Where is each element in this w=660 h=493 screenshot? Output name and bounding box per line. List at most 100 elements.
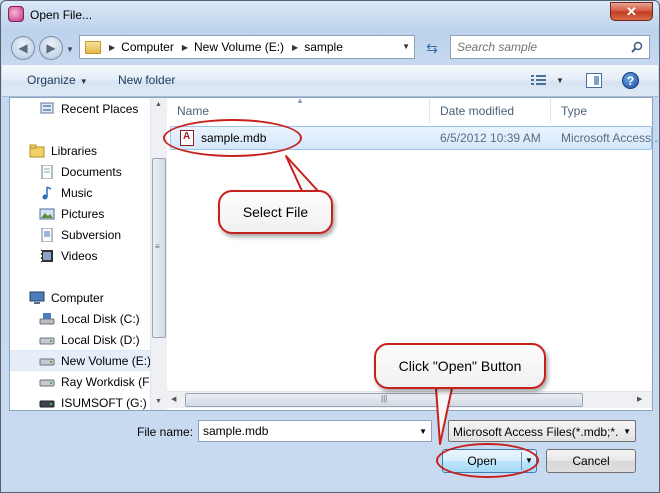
drive-icon xyxy=(39,337,55,344)
sidebar-item-ray-workdisk-f[interactable]: Ray Workdisk (F:) xyxy=(10,371,150,392)
sidebar-item-documents[interactable]: Documents xyxy=(10,161,150,182)
file-name-label: File name: xyxy=(137,425,194,439)
videos-icon xyxy=(41,249,53,262)
help-icon[interactable]: ? xyxy=(622,72,639,89)
sidebar-item-videos[interactable]: Videos xyxy=(10,245,150,266)
scroll-right-icon[interactable]: ▶ xyxy=(637,395,642,403)
sidebar-item-subversion[interactable]: Subversion xyxy=(10,224,150,245)
sidebar-item-label: ISUMSOFT (G:) xyxy=(61,395,147,410)
file-type-select[interactable]: Microsoft Access Files(*.mdb;*. ▼ xyxy=(448,420,636,442)
window-title: Open File... xyxy=(30,8,93,22)
column-header-name[interactable]: ▲ Name xyxy=(167,96,430,123)
command-toolbar: Organize ▼ New folder ▼ ? xyxy=(2,65,658,97)
title-bar[interactable]: Open File... ✕ xyxy=(1,1,659,29)
pictures-icon xyxy=(39,208,55,219)
file-type-cell: Microsoft Access ... xyxy=(561,131,660,145)
cancel-button[interactable]: Cancel xyxy=(546,449,636,473)
chevron-down-icon[interactable]: ▼ xyxy=(419,427,427,436)
grip-icon: ≡ xyxy=(155,242,160,251)
drive-icon xyxy=(39,379,55,386)
scroll-up-icon[interactable]: ▲ xyxy=(155,101,162,108)
folder-icon xyxy=(85,40,101,54)
sidebar-item-isumsoft-g[interactable]: ISUMSOFT (G:) xyxy=(10,392,150,410)
file-name-field[interactable]: sample.mdb ▼ xyxy=(198,420,432,442)
open-file-dialog: Open File... ✕ ◀ ▶ ▼ ▶ Computer ▶ New Vo… xyxy=(0,0,660,493)
breadcrumb-separator-icon[interactable]: ▶ xyxy=(109,43,115,52)
drive-icon xyxy=(39,400,55,407)
close-icon: ✕ xyxy=(626,4,637,19)
sidebar-item-label: Local Disk (D:) xyxy=(61,332,140,347)
sidebar-item-label: Videos xyxy=(61,248,98,263)
breadcrumb-computer[interactable]: Computer xyxy=(121,40,174,54)
organize-label: Organize xyxy=(27,73,76,87)
sidebar-item-music[interactable]: Music xyxy=(10,182,150,203)
column-header-label: Type xyxy=(561,104,588,118)
file-type-value: Microsoft Access Files(*.mdb;*. xyxy=(453,425,619,439)
file-date-cell: 6/5/2012 10:39 AM xyxy=(440,131,541,145)
app-icon xyxy=(8,6,24,22)
column-header-label: Date modified xyxy=(440,104,515,118)
sidebar-item-libraries[interactable]: Libraries xyxy=(10,140,150,161)
close-button[interactable]: ✕ xyxy=(610,2,653,21)
scrollbar-thumb[interactable]: ||| xyxy=(185,393,583,407)
grip-icon: ||| xyxy=(381,394,388,403)
sidebar-item-local-disk-c[interactable]: Local Disk (C:) xyxy=(10,308,150,329)
sidebar-item-label: Local Disk (C:) xyxy=(61,311,140,326)
sidebar-item-local-disk-d[interactable]: Local Disk (D:) xyxy=(10,329,150,350)
sidebar-item-label: Music xyxy=(61,185,93,200)
column-header-label: Name xyxy=(177,104,210,118)
chevron-down-icon: ▼ xyxy=(79,77,88,86)
computer-icon xyxy=(29,291,45,304)
chevron-down-icon: ▼ xyxy=(623,427,631,436)
search-icon[interactable] xyxy=(631,41,643,53)
sidebar-item-recent-places[interactable]: Recent Places xyxy=(10,98,150,119)
sidebar-item-label: New Volume (E:) xyxy=(61,353,150,368)
navigation-vertical-scrollbar[interactable]: ▲ ≡ ▼ xyxy=(150,98,167,410)
navigation-pane: Recent Places Libraries Documents Music … xyxy=(10,98,150,410)
sidebar-item-computer[interactable]: Computer xyxy=(10,287,150,308)
back-button[interactable]: ◀ xyxy=(11,36,35,60)
column-header-type[interactable]: Type xyxy=(551,98,652,123)
breadcrumb-separator-icon[interactable]: ▶ xyxy=(292,43,298,52)
file-list-horizontal-scrollbar[interactable]: ◀ ||| ▶ xyxy=(167,391,652,408)
sidebar-item-label: Computer xyxy=(51,290,104,305)
view-options-dropdown-icon[interactable]: ▼ xyxy=(556,76,564,85)
recent-places-icon xyxy=(40,102,54,113)
breadcrumb-new-volume[interactable]: New Volume (E:) xyxy=(194,40,284,54)
sidebar-item-label: Ray Workdisk (F:) xyxy=(61,374,150,389)
breadcrumb-sample[interactable]: sample xyxy=(304,40,343,54)
organize-button[interactable]: Organize ▼ xyxy=(27,73,88,87)
file-highlight-circle xyxy=(163,119,302,157)
search-input[interactable] xyxy=(457,39,625,55)
breadcrumb-separator-icon[interactable]: ▶ xyxy=(182,43,188,52)
libraries-icon xyxy=(29,144,45,157)
column-header-date-modified[interactable]: Date modified xyxy=(430,98,551,123)
scroll-down-icon[interactable]: ▼ xyxy=(155,398,162,405)
select-file-callout: Select File xyxy=(218,190,333,234)
file-name-value: sample.mdb xyxy=(203,424,269,438)
sidebar-item-label: Pictures xyxy=(61,206,105,221)
sidebar-item-label: Recent Places xyxy=(61,101,139,116)
drive-c-icon xyxy=(39,312,55,324)
preview-pane-icon[interactable] xyxy=(586,73,602,88)
sidebar-item-new-volume-e[interactable]: New Volume (E:) xyxy=(10,350,150,371)
click-open-callout: Click "Open" Button xyxy=(374,343,546,389)
sidebar-item-label: Subversion xyxy=(61,227,122,242)
scroll-left-icon[interactable]: ◀ xyxy=(171,395,176,403)
refresh-button[interactable]: ⇆ xyxy=(421,38,443,58)
sidebar-item-label: Libraries xyxy=(51,143,98,158)
back-arrow-icon: ◀ xyxy=(18,41,28,55)
browser-panes: Recent Places Libraries Documents Music … xyxy=(9,96,660,411)
recent-locations-dropdown-icon[interactable]: ▼ xyxy=(66,45,74,54)
address-bar[interactable]: ▶ Computer ▶ New Volume (E:) ▶ sample ▼ xyxy=(79,35,415,59)
change-view-icon[interactable] xyxy=(531,74,547,87)
open-button-highlight-circle xyxy=(436,443,539,478)
forward-button[interactable]: ▶ xyxy=(39,36,63,60)
forward-arrow-icon: ▶ xyxy=(46,41,56,55)
search-box[interactable] xyxy=(450,35,650,59)
music-icon xyxy=(42,185,52,199)
sidebar-item-label: Documents xyxy=(61,164,122,179)
new-folder-button[interactable]: New folder xyxy=(118,73,175,87)
sidebar-item-pictures[interactable]: Pictures xyxy=(10,203,150,224)
address-dropdown-icon[interactable]: ▼ xyxy=(402,42,410,51)
